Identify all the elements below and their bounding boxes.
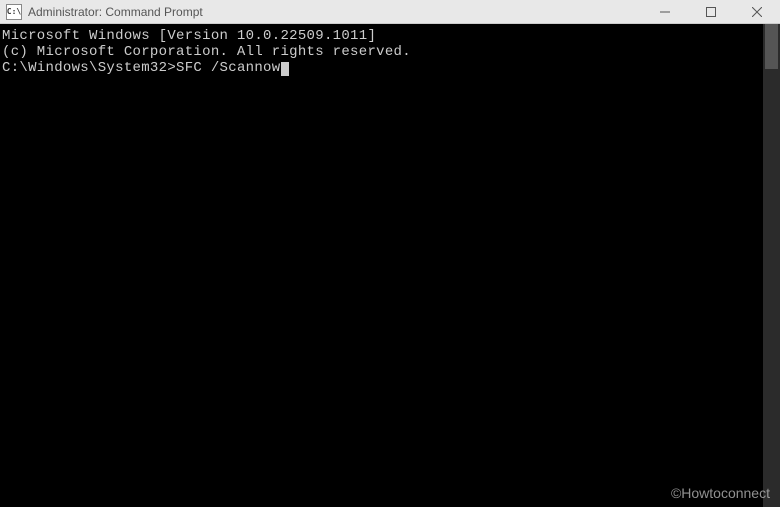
cmd-icon-text: C:\ (7, 7, 21, 16)
terminal-cursor (281, 62, 289, 76)
titlebar: C:\ Administrator: Command Prompt (0, 0, 780, 24)
terminal-prompt-line: C:\Windows\System32>SFC /Scannow (2, 60, 778, 76)
terminal-prompt: C:\Windows\System32> (2, 60, 176, 76)
minimize-button[interactable] (642, 0, 688, 23)
close-button[interactable] (734, 0, 780, 23)
watermark: ©Howtoconnect (671, 485, 770, 501)
vertical-scrollbar[interactable] (763, 24, 780, 507)
window-title: Administrator: Command Prompt (28, 5, 642, 19)
scrollbar-thumb[interactable] (765, 24, 778, 69)
close-icon (752, 7, 762, 17)
terminal-command: SFC /Scannow (176, 60, 280, 76)
minimize-icon (660, 7, 670, 17)
terminal-line-copyright: (c) Microsoft Corporation. All rights re… (2, 44, 778, 60)
terminal-line-version: Microsoft Windows [Version 10.0.22509.10… (2, 28, 778, 44)
window-controls (642, 0, 780, 23)
maximize-button[interactable] (688, 0, 734, 23)
cmd-icon: C:\ (6, 4, 22, 20)
maximize-icon (706, 7, 716, 17)
terminal-output[interactable]: Microsoft Windows [Version 10.0.22509.10… (0, 24, 780, 507)
